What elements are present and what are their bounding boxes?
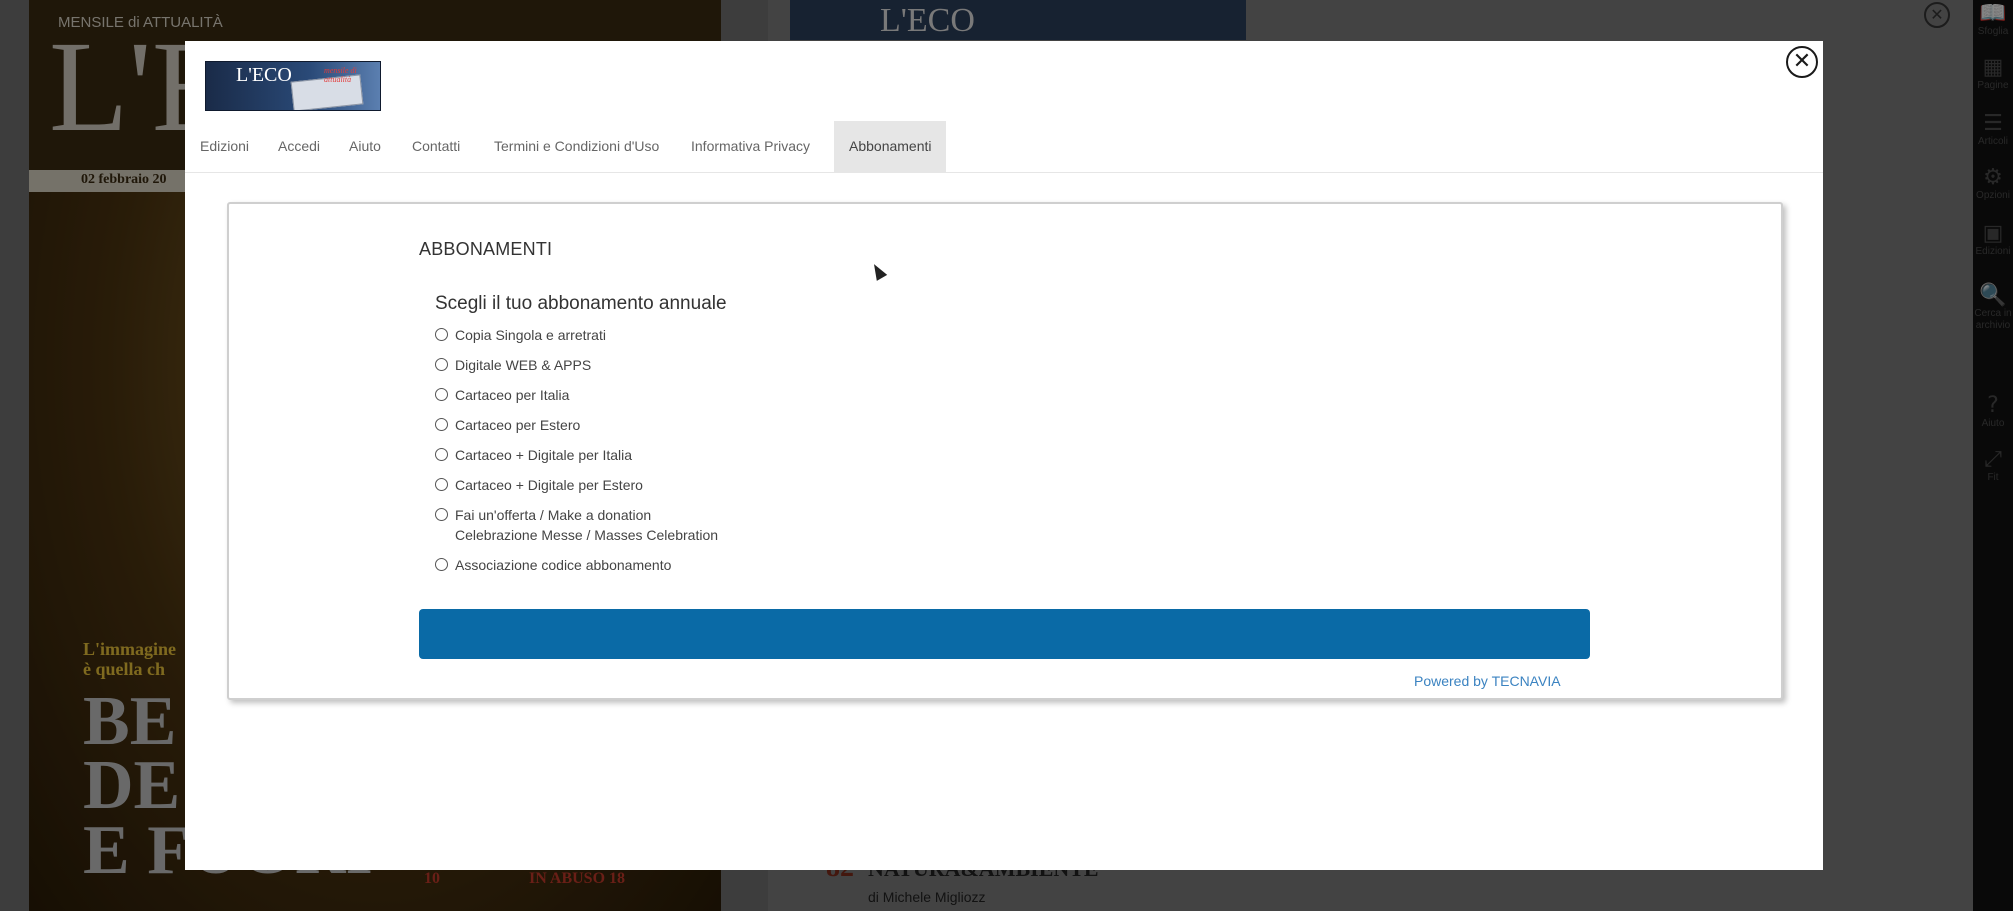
- logo-text: L'ECO: [236, 64, 292, 86]
- nav-item-accedi[interactable]: Accedi: [263, 121, 335, 172]
- radio-button[interactable]: [435, 478, 448, 491]
- option-label: Cartaceo per Italia: [455, 387, 570, 403]
- option-label: Cartaceo + Digitale per Italia: [455, 447, 633, 463]
- subscription-modal: ✕ L'ECO mensile di attualità Edizioni Ac…: [185, 41, 1823, 870]
- nav-item-edizioni[interactable]: Edizioni: [185, 121, 264, 172]
- radio-button[interactable]: [435, 328, 448, 341]
- option-label: Digitale WEB & APPS: [455, 357, 592, 373]
- radio-button[interactable]: [435, 558, 448, 571]
- close-icon: ✕: [1792, 49, 1812, 74]
- subscription-panel: ABBONAMENTI Scegli il tuo abbonamento an…: [227, 202, 1783, 700]
- option-label: Cartaceo per Estero: [455, 417, 581, 433]
- option-label: Associazione codice abbonamento: [455, 557, 672, 573]
- radio-button[interactable]: [435, 448, 448, 461]
- option-label-secondary: Celebrazione Messe / Masses Celebration: [455, 527, 719, 543]
- logo-tagline: mensile di attualità: [324, 66, 357, 84]
- option-label: Fai un'offerta / Make a donation: [455, 507, 652, 523]
- radio-button[interactable]: [435, 508, 448, 521]
- powered-by-link[interactable]: Powered by TECNAVIA: [1414, 673, 1561, 689]
- modal-close-button[interactable]: ✕: [1786, 46, 1818, 78]
- nav-item-abbonamenti[interactable]: Abbonamenti: [834, 121, 946, 172]
- nav-item-contatti[interactable]: Contatti: [397, 121, 475, 172]
- radio-button[interactable]: [435, 418, 448, 431]
- eco-logo: L'ECO mensile di attualità: [205, 61, 381, 111]
- modal-nav: Edizioni Accedi Aiuto Contatti Termini e…: [185, 121, 1823, 173]
- nav-item-aiuto[interactable]: Aiuto: [334, 121, 396, 172]
- panel-subtitle: Scegli il tuo abbonamento annuale: [435, 293, 727, 314]
- nav-item-termini[interactable]: Termini e Condizioni d'Uso: [479, 121, 674, 172]
- radio-button[interactable]: [435, 388, 448, 401]
- option-label: Copia Singola e arretrati: [455, 327, 606, 343]
- page-title: ABBONAMENTI: [419, 239, 553, 259]
- radio-button[interactable]: [435, 358, 448, 371]
- submit-button[interactable]: [419, 609, 1590, 659]
- option-label: Cartaceo + Digitale per Estero: [455, 477, 643, 493]
- nav-item-privacy[interactable]: Informativa Privacy: [676, 121, 825, 172]
